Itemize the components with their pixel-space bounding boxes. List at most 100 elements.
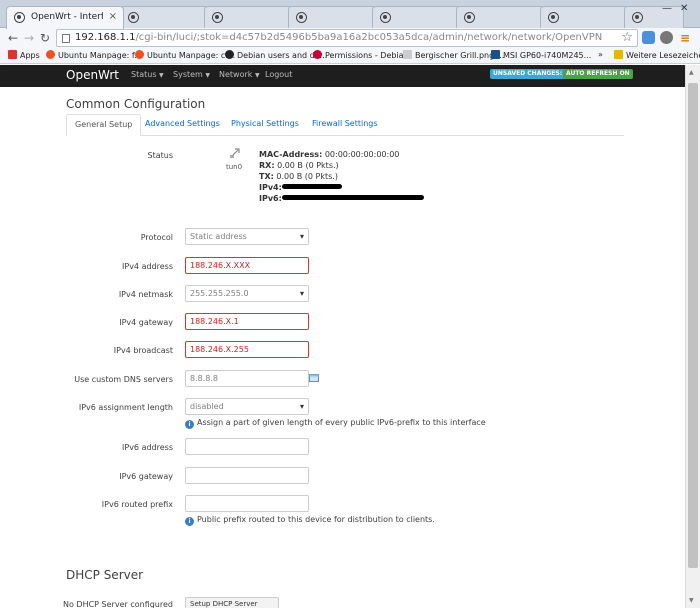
mac-value: 00:00:00:00:00:00	[324, 150, 400, 159]
browser-tab[interactable]	[372, 6, 460, 28]
bookmark-item[interactable]: MSI GP60-i740M245...	[491, 50, 591, 60]
scroll-down-icon[interactable]: ▼	[689, 597, 694, 604]
ipv6-address-label: IPv6 address	[122, 443, 173, 452]
url-text: 192.168.1.1/cgi-bin/luci/;stok=d4c57b2d5…	[75, 32, 602, 43]
forward-arrow-icon[interactable]: →	[24, 30, 34, 46]
bookmark-label: Apps	[20, 51, 40, 60]
tab-favicon-icon	[548, 12, 559, 23]
caret-down-icon: ▼	[159, 72, 164, 79]
browser-tab-title: OpenWrt - Interfaces - Lu	[31, 12, 103, 22]
dhcp-section-title: DHCP Server	[66, 568, 144, 582]
ipv6-assign-label: IPv6 assignment length	[78, 403, 173, 412]
chrome-menu-icon[interactable]: ≡	[680, 30, 690, 46]
ipv6-gateway-input[interactable]	[185, 467, 309, 484]
window-close-icon[interactable]: ✕	[680, 3, 688, 14]
caret-down-icon: ▼	[254, 72, 260, 79]
bookmark-label: MSI GP60-i740M245...	[503, 51, 592, 60]
reload-icon[interactable]: ↻	[40, 30, 50, 46]
ipv4-broadcast-label: IPv4 broadcast	[113, 346, 173, 355]
bookmark-item[interactable]: Debian users and de...	[225, 50, 327, 60]
tab-physical-settings[interactable]: Physical Settings	[223, 114, 307, 136]
browser-tab[interactable]	[288, 6, 376, 28]
browser-tab[interactable]	[624, 6, 684, 28]
extension-icon[interactable]	[660, 31, 673, 44]
menu-system[interactable]: System ▼	[173, 70, 210, 79]
browser-tab[interactable]	[540, 6, 628, 28]
menu-status[interactable]: Status ▼	[131, 70, 164, 79]
interface-name: tun0	[226, 163, 243, 171]
tab-advanced-settings[interactable]: Advanced Settings	[137, 114, 228, 136]
ubuntu-icon	[135, 50, 144, 59]
tab-firewall-settings[interactable]: Firewall Settings	[304, 114, 386, 136]
brand-logo[interactable]: OpenWrt	[66, 68, 119, 82]
bookmark-item[interactable]: Bergischer Grill.png ...	[403, 50, 504, 60]
bookmark-item[interactable]: Permissions - Debia...	[313, 50, 411, 60]
info-icon: i	[185, 517, 194, 526]
rx-label: RX:	[259, 161, 275, 170]
bookmark-star-icon[interactable]: ☆	[621, 30, 633, 45]
back-arrow-icon[interactable]: ←	[8, 30, 18, 46]
tx-value: 0.00 B (0 Pkts.)	[276, 172, 338, 181]
bookmark-item[interactable]: Ubuntu Manpage: f...	[46, 50, 142, 60]
bookmark-folder[interactable]: Weitere Lesezeichen	[614, 50, 700, 60]
page-scrollbar[interactable]: ▲ ▼	[685, 65, 700, 608]
bookmark-item[interactable]: Ubuntu Manpage: cl...	[135, 50, 235, 60]
scroll-up-icon[interactable]: ▲	[689, 69, 694, 76]
dhcp-status-label: No DHCP Server configured	[63, 600, 173, 608]
redaction-mark	[282, 195, 424, 200]
scrollbar-thumb[interactable]	[688, 83, 698, 568]
ipv6-address-input[interactable]	[185, 438, 309, 455]
page-icon	[62, 34, 70, 43]
bookmarks-overflow[interactable]: »	[598, 50, 603, 59]
status-label: Status	[147, 151, 174, 160]
ipv6-prefix-label: IPv6 routed prefix	[101, 500, 173, 509]
auto-refresh-badge[interactable]: AUTO REFRESH ON	[563, 69, 633, 79]
browser-tab[interactable]	[204, 6, 292, 28]
bookmark-label: Weitere Lesezeichen	[626, 51, 700, 60]
ipv6-assign-select[interactable]: disabled	[185, 398, 309, 415]
menu-logout[interactable]: Logout	[265, 70, 292, 79]
protocol-label: Protocol	[140, 233, 173, 242]
ipv4-broadcast-input[interactable]: 188.246.X.255	[185, 341, 309, 358]
bookmarks-bar: Apps Ubuntu Manpage: f... Ubuntu Manpage…	[0, 48, 700, 64]
url-input[interactable]: 192.168.1.1/cgi-bin/luci/;stok=d4c57b2d5…	[56, 29, 638, 47]
url-host: 192.168.1.1	[75, 32, 136, 43]
apps-grid-icon	[8, 50, 17, 59]
bookmark-label: Permissions - Debia...	[325, 51, 412, 60]
add-dns-icon[interactable]	[309, 373, 319, 383]
tab-favicon-icon	[380, 12, 391, 23]
ipv6-gateway-label: IPv6 gateway	[119, 472, 173, 481]
tab-general-setup[interactable]: General Setup	[66, 114, 142, 136]
ipv4-address-input[interactable]: 188.246.X.XXX	[185, 257, 309, 274]
tx-label: TX:	[259, 172, 274, 181]
setup-dhcp-button[interactable]: Setup DHCP Server	[185, 597, 279, 608]
tab-favicon-icon	[464, 12, 475, 23]
dns-input[interactable]: 8.8.8.8	[185, 370, 309, 387]
ipv4-gateway-input[interactable]: 188.246.X.1	[185, 313, 309, 330]
tab-favicon-icon	[128, 12, 139, 23]
ipv4-netmask-select[interactable]: 255.255.255.0	[185, 285, 309, 302]
redaction-mark	[282, 184, 342, 189]
protocol-select[interactable]: Static address	[185, 228, 309, 245]
menu-network[interactable]: Network ▼	[219, 70, 260, 79]
ipv6-prefix-input[interactable]	[185, 495, 309, 512]
folder-icon	[614, 50, 623, 59]
bookmark-apps[interactable]: Apps	[8, 50, 40, 60]
ipv6-label: IPv6:	[259, 194, 282, 203]
close-tab-icon[interactable]: ×	[109, 11, 117, 22]
ipv4-gateway-label: IPv4 gateway	[119, 318, 173, 327]
minimize-icon[interactable]: —	[662, 3, 672, 14]
mac-label: MAC-Address:	[259, 150, 323, 159]
caret-down-icon: ▼	[205, 72, 211, 79]
extension-icon[interactable]	[642, 31, 655, 44]
rx-value: 0.00 B (0 Pkts.)	[277, 161, 339, 170]
unsaved-changes-badge[interactable]: UNSAVED CHANGES: 3	[490, 69, 572, 79]
button-label: Setup DHCP Server	[190, 600, 258, 608]
browser-tab[interactable]	[456, 6, 544, 28]
ethernet-port-icon	[230, 148, 240, 158]
browser-tab-active[interactable]: OpenWrt - Interfaces - Lu ×	[6, 6, 124, 29]
menu-label: Network	[219, 70, 253, 79]
ipv6-prefix-hint: i Public prefix routed to this device for…	[185, 515, 435, 526]
debian-icon	[313, 50, 322, 59]
browser-tab[interactable]	[120, 6, 208, 28]
